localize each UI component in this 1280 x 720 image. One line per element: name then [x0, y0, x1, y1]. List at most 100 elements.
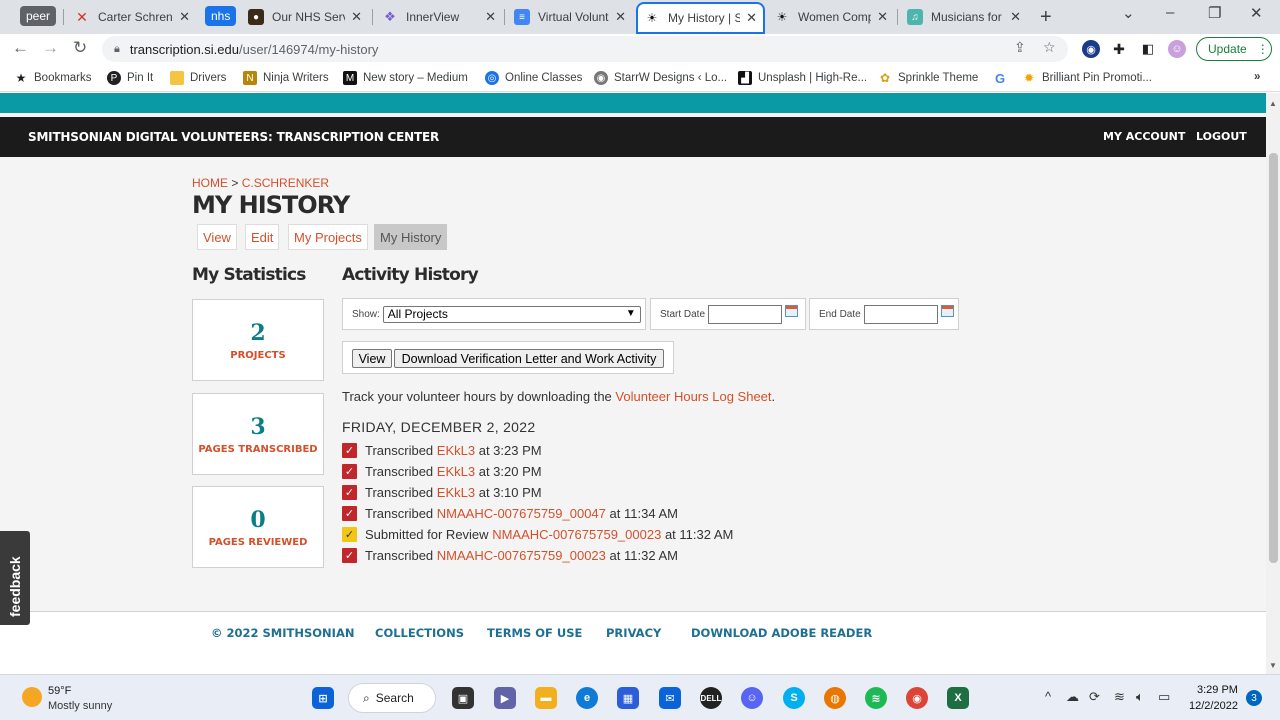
notification-badge[interactable]: 3: [1246, 690, 1262, 706]
excel-icon[interactable]: X: [947, 687, 969, 709]
tab-my-history[interactable]: My History: [374, 224, 448, 250]
scroll-thumb[interactable]: [1269, 153, 1278, 563]
sync-icon[interactable]: ⟳: [1089, 689, 1100, 705]
volume-icon[interactable]: 🔈︎: [1136, 689, 1144, 705]
activity-item-link[interactable]: EKkL3: [437, 443, 475, 458]
activity-item-link[interactable]: EKkL3: [437, 464, 475, 479]
close-icon[interactable]: ✕: [351, 9, 362, 25]
task-view-icon[interactable]: ▣: [452, 687, 474, 709]
activity-item-link[interactable]: NMAAHC-007675759_00023: [492, 527, 661, 542]
breadcrumb-user-link[interactable]: C.SCHRENKER: [242, 176, 329, 190]
footer-terms-link[interactable]: TERMS OF USE: [487, 626, 582, 640]
chrome-icon[interactable]: ◉: [906, 687, 928, 709]
skype-icon[interactable]: S: [783, 687, 805, 709]
bookmark-medium[interactable]: M New story – Medium: [343, 71, 468, 85]
end-date-input[interactable]: [863, 304, 938, 324]
file-explorer-icon[interactable]: ▬: [535, 687, 557, 709]
bookmark-google[interactable]: G: [993, 71, 1013, 86]
teams-icon[interactable]: ▶: [494, 687, 516, 709]
forward-icon[interactable]: →: [42, 38, 59, 58]
mail-icon[interactable]: ✉: [659, 687, 681, 709]
back-icon[interactable]: ←: [12, 38, 29, 58]
calendar-icon[interactable]: [940, 305, 954, 317]
tab-search-chevron-icon[interactable]: ⌄: [1122, 4, 1135, 22]
tab-musicians-for[interactable]: ♫ Musicians for ✕: [899, 4, 1029, 30]
windows-start-icon[interactable]: ⊞: [312, 687, 334, 709]
clock-time[interactable]: 3:29 PM: [1197, 684, 1238, 696]
discord-icon[interactable]: ☺: [741, 687, 763, 709]
tab-our-nhs[interactable]: ● Our NHS Servi ✕: [240, 4, 370, 30]
logout-link[interactable]: LOGOUT: [1196, 130, 1247, 143]
wifi-icon[interactable]: ≋: [1114, 689, 1125, 705]
extension-icon[interactable]: ◉: [1082, 40, 1100, 58]
activity-item-link[interactable]: NMAAHC-007675759_00023: [437, 548, 606, 563]
battery-icon[interactable]: ▭: [1158, 689, 1170, 705]
tab-group-chip-nhs[interactable]: nhs: [205, 6, 237, 26]
page-scrollbar[interactable]: ▲ ▼: [1266, 93, 1280, 674]
tab-carter-schrenker[interactable]: ✕ Carter Schrenk ✕: [66, 4, 198, 30]
bookmark-unsplash[interactable]: ▟ Unsplash | High-Re...: [738, 71, 867, 85]
close-window-icon[interactable]: ✕: [1250, 4, 1263, 22]
onedrive-cloud-icon[interactable]: ☁: [1066, 689, 1079, 705]
view-button[interactable]: View: [352, 349, 392, 368]
new-tab-icon[interactable]: +: [1040, 6, 1052, 29]
tab-my-projects[interactable]: My Projects: [288, 224, 368, 250]
tab-innerview[interactable]: ❖ InnerView ✕: [374, 4, 504, 30]
tab-view[interactable]: View: [197, 224, 237, 250]
close-icon[interactable]: ✕: [615, 9, 626, 25]
tab-edit[interactable]: Edit: [245, 224, 280, 250]
reload-icon[interactable]: ↻: [73, 38, 87, 58]
weather-sun-icon[interactable]: [22, 687, 42, 707]
address-bar[interactable]: 🔒︎ transcription.si.edu/user/146974/my-h…: [102, 36, 1068, 62]
start-date-input[interactable]: [708, 304, 783, 324]
edge-icon[interactable]: e: [576, 687, 598, 709]
volunteer-hours-log-link[interactable]: Volunteer Hours Log Sheet: [615, 389, 771, 404]
tab-group-chip-peer[interactable]: peer: [20, 6, 57, 26]
scroll-up-icon[interactable]: ▲: [1269, 99, 1277, 108]
project-select[interactable]: All Projects ▼: [382, 305, 641, 323]
close-icon[interactable]: ✕: [746, 10, 757, 26]
activity-item-link[interactable]: EKkL3: [437, 485, 475, 500]
feedback-tab[interactable]: feedback: [0, 531, 30, 625]
tab-virtual-volunteer[interactable]: ≡ Virtual Volunte ✕: [506, 4, 634, 30]
close-icon[interactable]: ✕: [485, 9, 496, 25]
store-icon[interactable]: ▦: [617, 687, 639, 709]
calendar-icon[interactable]: [785, 305, 799, 317]
site-title[interactable]: SMITHSONIAN DIGITAL VOLUNTEERS: TRANSCRI…: [28, 130, 439, 144]
my-account-link[interactable]: MY ACCOUNT: [1103, 130, 1185, 143]
bookmark-pin-it[interactable]: P Pin It: [107, 71, 153, 85]
close-icon[interactable]: ✕: [877, 9, 888, 25]
weather-description[interactable]: Mostly sunny: [48, 700, 112, 712]
blender-icon[interactable]: ◍: [824, 687, 846, 709]
footer-adobe-link[interactable]: DOWNLOAD ADOBE READER: [691, 626, 872, 640]
tray-chevron-icon[interactable]: ^: [1045, 689, 1051, 704]
footer-collections-link[interactable]: COLLECTIONS: [375, 626, 464, 640]
bookmark-starrw[interactable]: ◉ StarrW Designs ‹ Lo...: [594, 71, 727, 85]
update-button[interactable]: Update ⋮: [1196, 37, 1272, 61]
bookmark-sprinkle[interactable]: ✿ Sprinkle Theme: [878, 71, 978, 85]
taskbar-search[interactable]: ⌕ Search: [348, 683, 436, 713]
more-bookmarks-icon[interactable]: »: [1254, 71, 1260, 83]
weather-temperature[interactable]: 59°F: [48, 685, 71, 697]
restore-icon[interactable]: ❐: [1208, 4, 1221, 22]
footer-privacy-link[interactable]: PRIVACY: [606, 626, 661, 640]
tab-my-history[interactable]: ☀ My History | S ✕: [636, 2, 765, 34]
close-icon[interactable]: ✕: [179, 9, 190, 25]
bookmark-online-classes[interactable]: ◎ Online Classes: [485, 71, 582, 85]
bookmark-brilliant-pin[interactable]: ✹ Brilliant Pin Promoti...: [1022, 71, 1152, 85]
dell-icon[interactable]: DELL: [700, 687, 722, 709]
bookmark-ninja-writers[interactable]: N Ninja Writers: [243, 71, 329, 85]
bookmark-bookmarks[interactable]: ★ Bookmarks: [14, 71, 92, 85]
close-icon[interactable]: ✕: [1010, 9, 1021, 25]
minimize-icon[interactable]: –: [1166, 4, 1174, 21]
profile-avatar-icon[interactable]: ☺: [1168, 40, 1186, 58]
bookmark-drivers[interactable]: Drivers: [170, 71, 226, 85]
clock-date[interactable]: 12/2/2022: [1189, 700, 1238, 712]
side-panel-icon[interactable]: ◧: [1139, 40, 1157, 58]
breadcrumb-home-link[interactable]: HOME: [192, 176, 228, 190]
bookmark-star-icon[interactable]: ☆: [1043, 39, 1056, 56]
activity-item-link[interactable]: NMAAHC-007675759_00047: [437, 506, 606, 521]
scroll-down-icon[interactable]: ▼: [1269, 661, 1277, 670]
extensions-puzzle-icon[interactable]: ✚: [1110, 40, 1128, 58]
share-icon[interactable]: ⇪: [1014, 39, 1026, 56]
